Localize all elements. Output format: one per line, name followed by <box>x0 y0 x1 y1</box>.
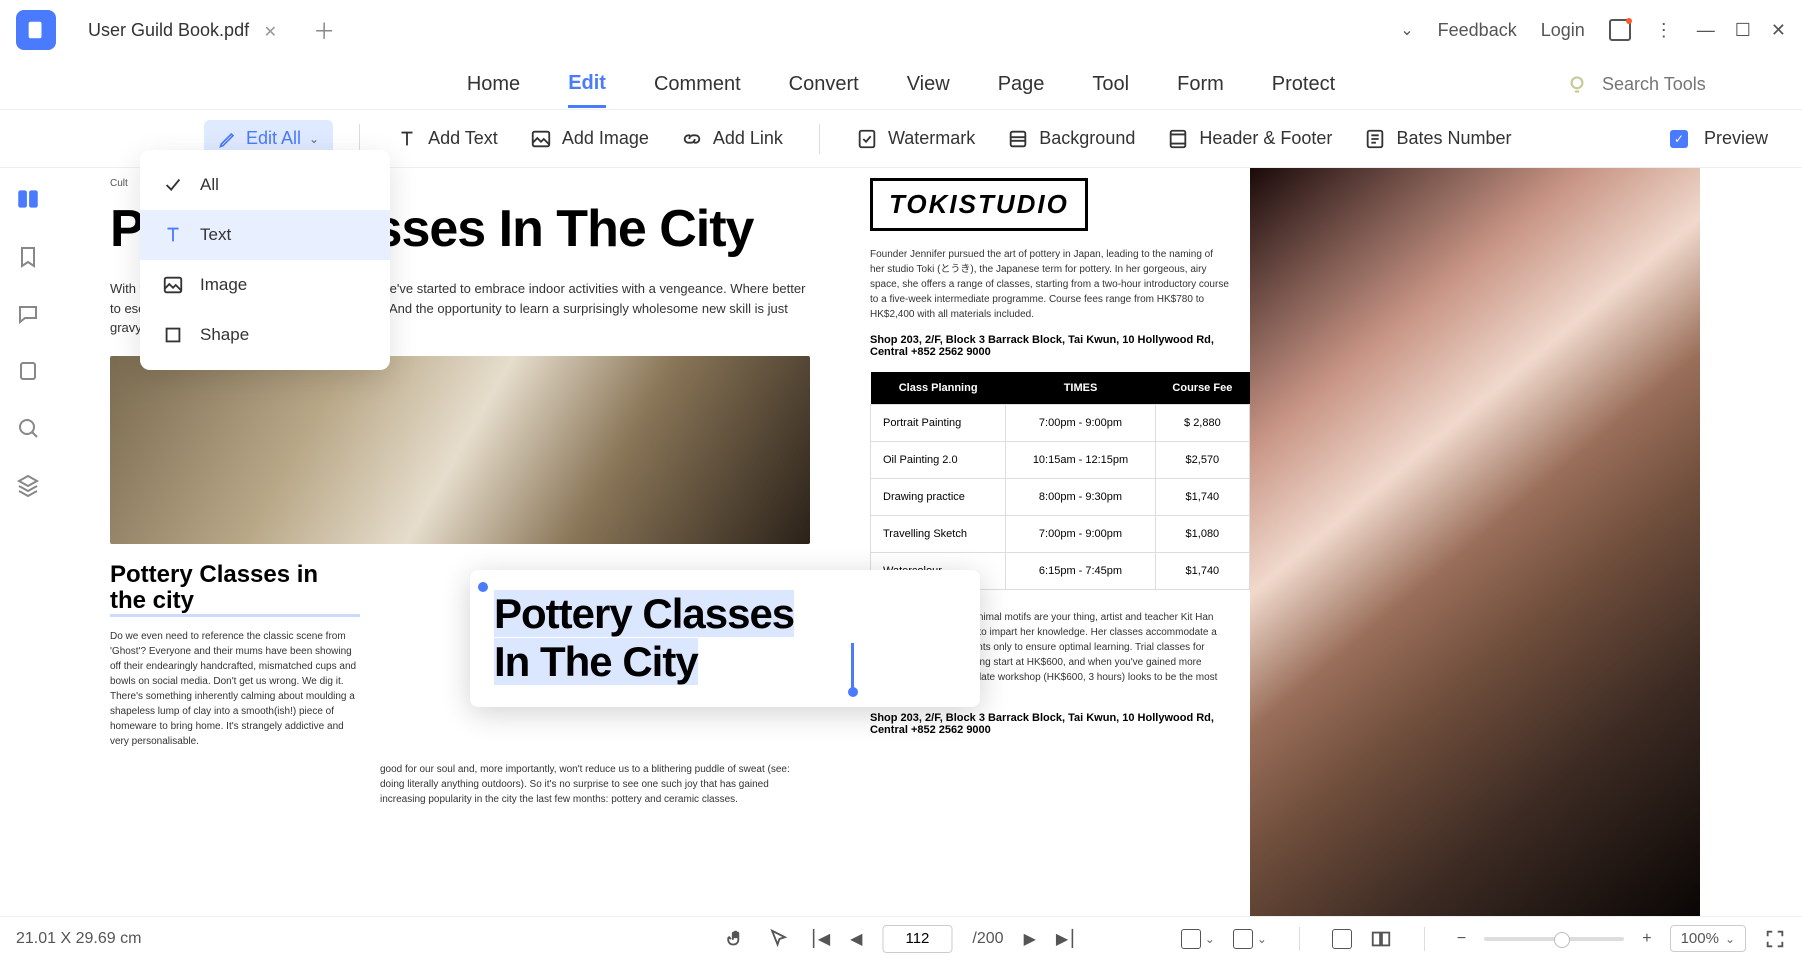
close-tab-icon[interactable]: ✕ <box>264 22 277 42</box>
fit-width-button[interactable]: ⌄ <box>1233 929 1267 949</box>
edit-all-menu: All Text Image Shape <box>140 150 390 370</box>
dropdown-all[interactable]: All <box>140 160 390 210</box>
menu-tool[interactable]: Tool <box>1092 63 1129 106</box>
single-page-button[interactable] <box>1332 929 1352 949</box>
two-page-button[interactable] <box>1370 928 1392 950</box>
app-logo[interactable] <box>16 10 56 50</box>
side-photo <box>1250 168 1700 916</box>
dropdown-shape[interactable]: Shape <box>140 310 390 360</box>
zoom-slider[interactable] <box>1484 937 1624 941</box>
chevron-down-icon: ⌄ <box>309 132 319 146</box>
sidebar-comment[interactable] <box>16 302 40 331</box>
login-link[interactable]: Login <box>1541 20 1585 41</box>
background-button[interactable]: Background <box>997 122 1145 156</box>
bates-icon <box>1364 128 1386 150</box>
selected-text-line1: Pottery Classes <box>494 590 794 637</box>
founder-paragraph: Founder Jennifer pursued the art of pott… <box>870 247 1230 322</box>
watermark-icon <box>856 128 878 150</box>
add-text-button[interactable]: Add Text <box>386 122 508 156</box>
address-1: Shop 203, 2/F, Block 3 Barrack Block, Ta… <box>870 334 1230 358</box>
menu-form[interactable]: Form <box>1177 63 1224 106</box>
th-times: TIMES <box>1006 372 1155 405</box>
watermark-button[interactable]: Watermark <box>846 122 985 156</box>
fullscreen-button[interactable] <box>1764 928 1786 950</box>
edit-all-label: Edit All <box>246 128 301 149</box>
table-row: Drawing practice8:00pm - 9:30pm$1,740 <box>871 479 1250 516</box>
check-icon <box>162 174 184 196</box>
maximize-button[interactable]: ☐ <box>1735 20 1751 41</box>
tab-title: User Guild Book.pdf <box>88 20 249 41</box>
sidebar-attachment[interactable] <box>16 359 40 388</box>
pencil-icon <box>218 129 238 149</box>
selection-handle-start[interactable] <box>478 582 488 592</box>
sidebar-search[interactable] <box>16 416 40 445</box>
sidebar-bookmark[interactable] <box>16 245 40 274</box>
more-icon[interactable]: ⋮ <box>1655 20 1673 41</box>
dropdown-image[interactable]: Image <box>140 260 390 310</box>
page-dimensions: 21.01 X 29.69 cm <box>16 930 141 948</box>
sidebar-thumbnail[interactable] <box>15 186 41 217</box>
studio-logo: TOKISTUDIO <box>870 178 1088 231</box>
menu-edit[interactable]: Edit <box>568 62 606 108</box>
text-selection-editor[interactable]: Pottery Classes In The City <box>470 570 980 707</box>
background-icon <box>1007 128 1029 150</box>
fit-height-button[interactable]: ⌄ <box>1181 929 1215 949</box>
page-total: /200 <box>972 930 1003 948</box>
header-footer-icon <box>1167 128 1189 150</box>
body-paragraph-a: Do we even need to reference the classic… <box>110 629 360 749</box>
zoom-value[interactable]: 100%⌄ <box>1670 925 1746 952</box>
menu-home[interactable]: Home <box>467 63 520 106</box>
add-image-button[interactable]: Add Image <box>520 122 659 156</box>
checkbox-checked-icon: ✓ <box>1670 130 1688 148</box>
header-footer-button[interactable]: Header & Footer <box>1157 122 1342 156</box>
page-number-input[interactable] <box>882 925 952 953</box>
menu-view[interactable]: View <box>907 63 950 106</box>
menu-protect[interactable]: Protect <box>1272 63 1335 106</box>
selection-handle-end[interactable] <box>848 687 858 697</box>
table-row: Oil Painting 2.010:15am - 12:15pm$2,570 <box>871 442 1250 479</box>
sub-heading: Pottery Classes in the city <box>110 562 360 618</box>
next-page-button[interactable]: ▶ <box>1024 929 1036 949</box>
dropdown-text[interactable]: Text <box>140 210 390 260</box>
prev-page-button[interactable]: ◀ <box>850 929 862 949</box>
image-type-icon <box>162 274 184 296</box>
class-table: Class Planning TIMES Course Fee Portrait… <box>870 372 1250 590</box>
menu-page[interactable]: Page <box>998 63 1045 106</box>
minimize-button[interactable]: — <box>1697 20 1715 41</box>
bates-number-button[interactable]: Bates Number <box>1354 122 1521 156</box>
th-class: Class Planning <box>871 372 1006 405</box>
text-type-icon <box>162 224 184 246</box>
selected-text-line2: In The City <box>494 638 698 685</box>
last-page-button[interactable]: ▶⎮ <box>1056 929 1077 949</box>
add-link-button[interactable]: Add Link <box>671 122 793 156</box>
close-window-button[interactable]: ✕ <box>1771 20 1786 41</box>
document-tab[interactable]: User Guild Book.pdf ✕ <box>68 10 289 51</box>
lightbulb-icon[interactable] <box>1564 72 1590 98</box>
zoom-out-button[interactable]: − <box>1457 930 1466 948</box>
zoom-in-button[interactable]: + <box>1642 930 1651 948</box>
new-tab-button[interactable]: ＋ <box>313 14 335 46</box>
image-icon <box>530 128 552 150</box>
hand-tool-icon[interactable] <box>725 928 747 950</box>
th-fee: Course Fee <box>1155 372 1249 405</box>
link-icon <box>681 128 703 150</box>
first-page-button[interactable]: ⎮◀ <box>809 929 830 949</box>
notification-icon[interactable] <box>1609 19 1631 41</box>
address-2: Shop 203, 2/F, Block 3 Barrack Block, Ta… <box>870 712 1230 736</box>
menu-convert[interactable]: Convert <box>789 63 859 106</box>
sidebar-layers[interactable] <box>16 473 40 502</box>
shape-type-icon <box>162 324 184 346</box>
text-icon <box>396 128 418 150</box>
select-tool-icon[interactable] <box>767 928 789 950</box>
preview-toggle[interactable]: ✓ Preview <box>1660 122 1778 155</box>
search-tools-input[interactable] <box>1602 74 1742 95</box>
hero-image <box>110 356 810 544</box>
table-row: Portrait Painting7:00pm - 9:00pm$ 2,880 <box>871 405 1250 442</box>
feedback-link[interactable]: Feedback <box>1438 20 1517 41</box>
text-caret <box>851 643 854 689</box>
body-paragraph-b: good for our soul and, more importantly,… <box>380 762 810 807</box>
menu-comment[interactable]: Comment <box>654 63 741 106</box>
titlebar-chevron-down-icon[interactable]: ⌄ <box>1400 20 1413 40</box>
table-row: Travelling Sketch7:00pm - 9:00pm$1,080 <box>871 516 1250 553</box>
